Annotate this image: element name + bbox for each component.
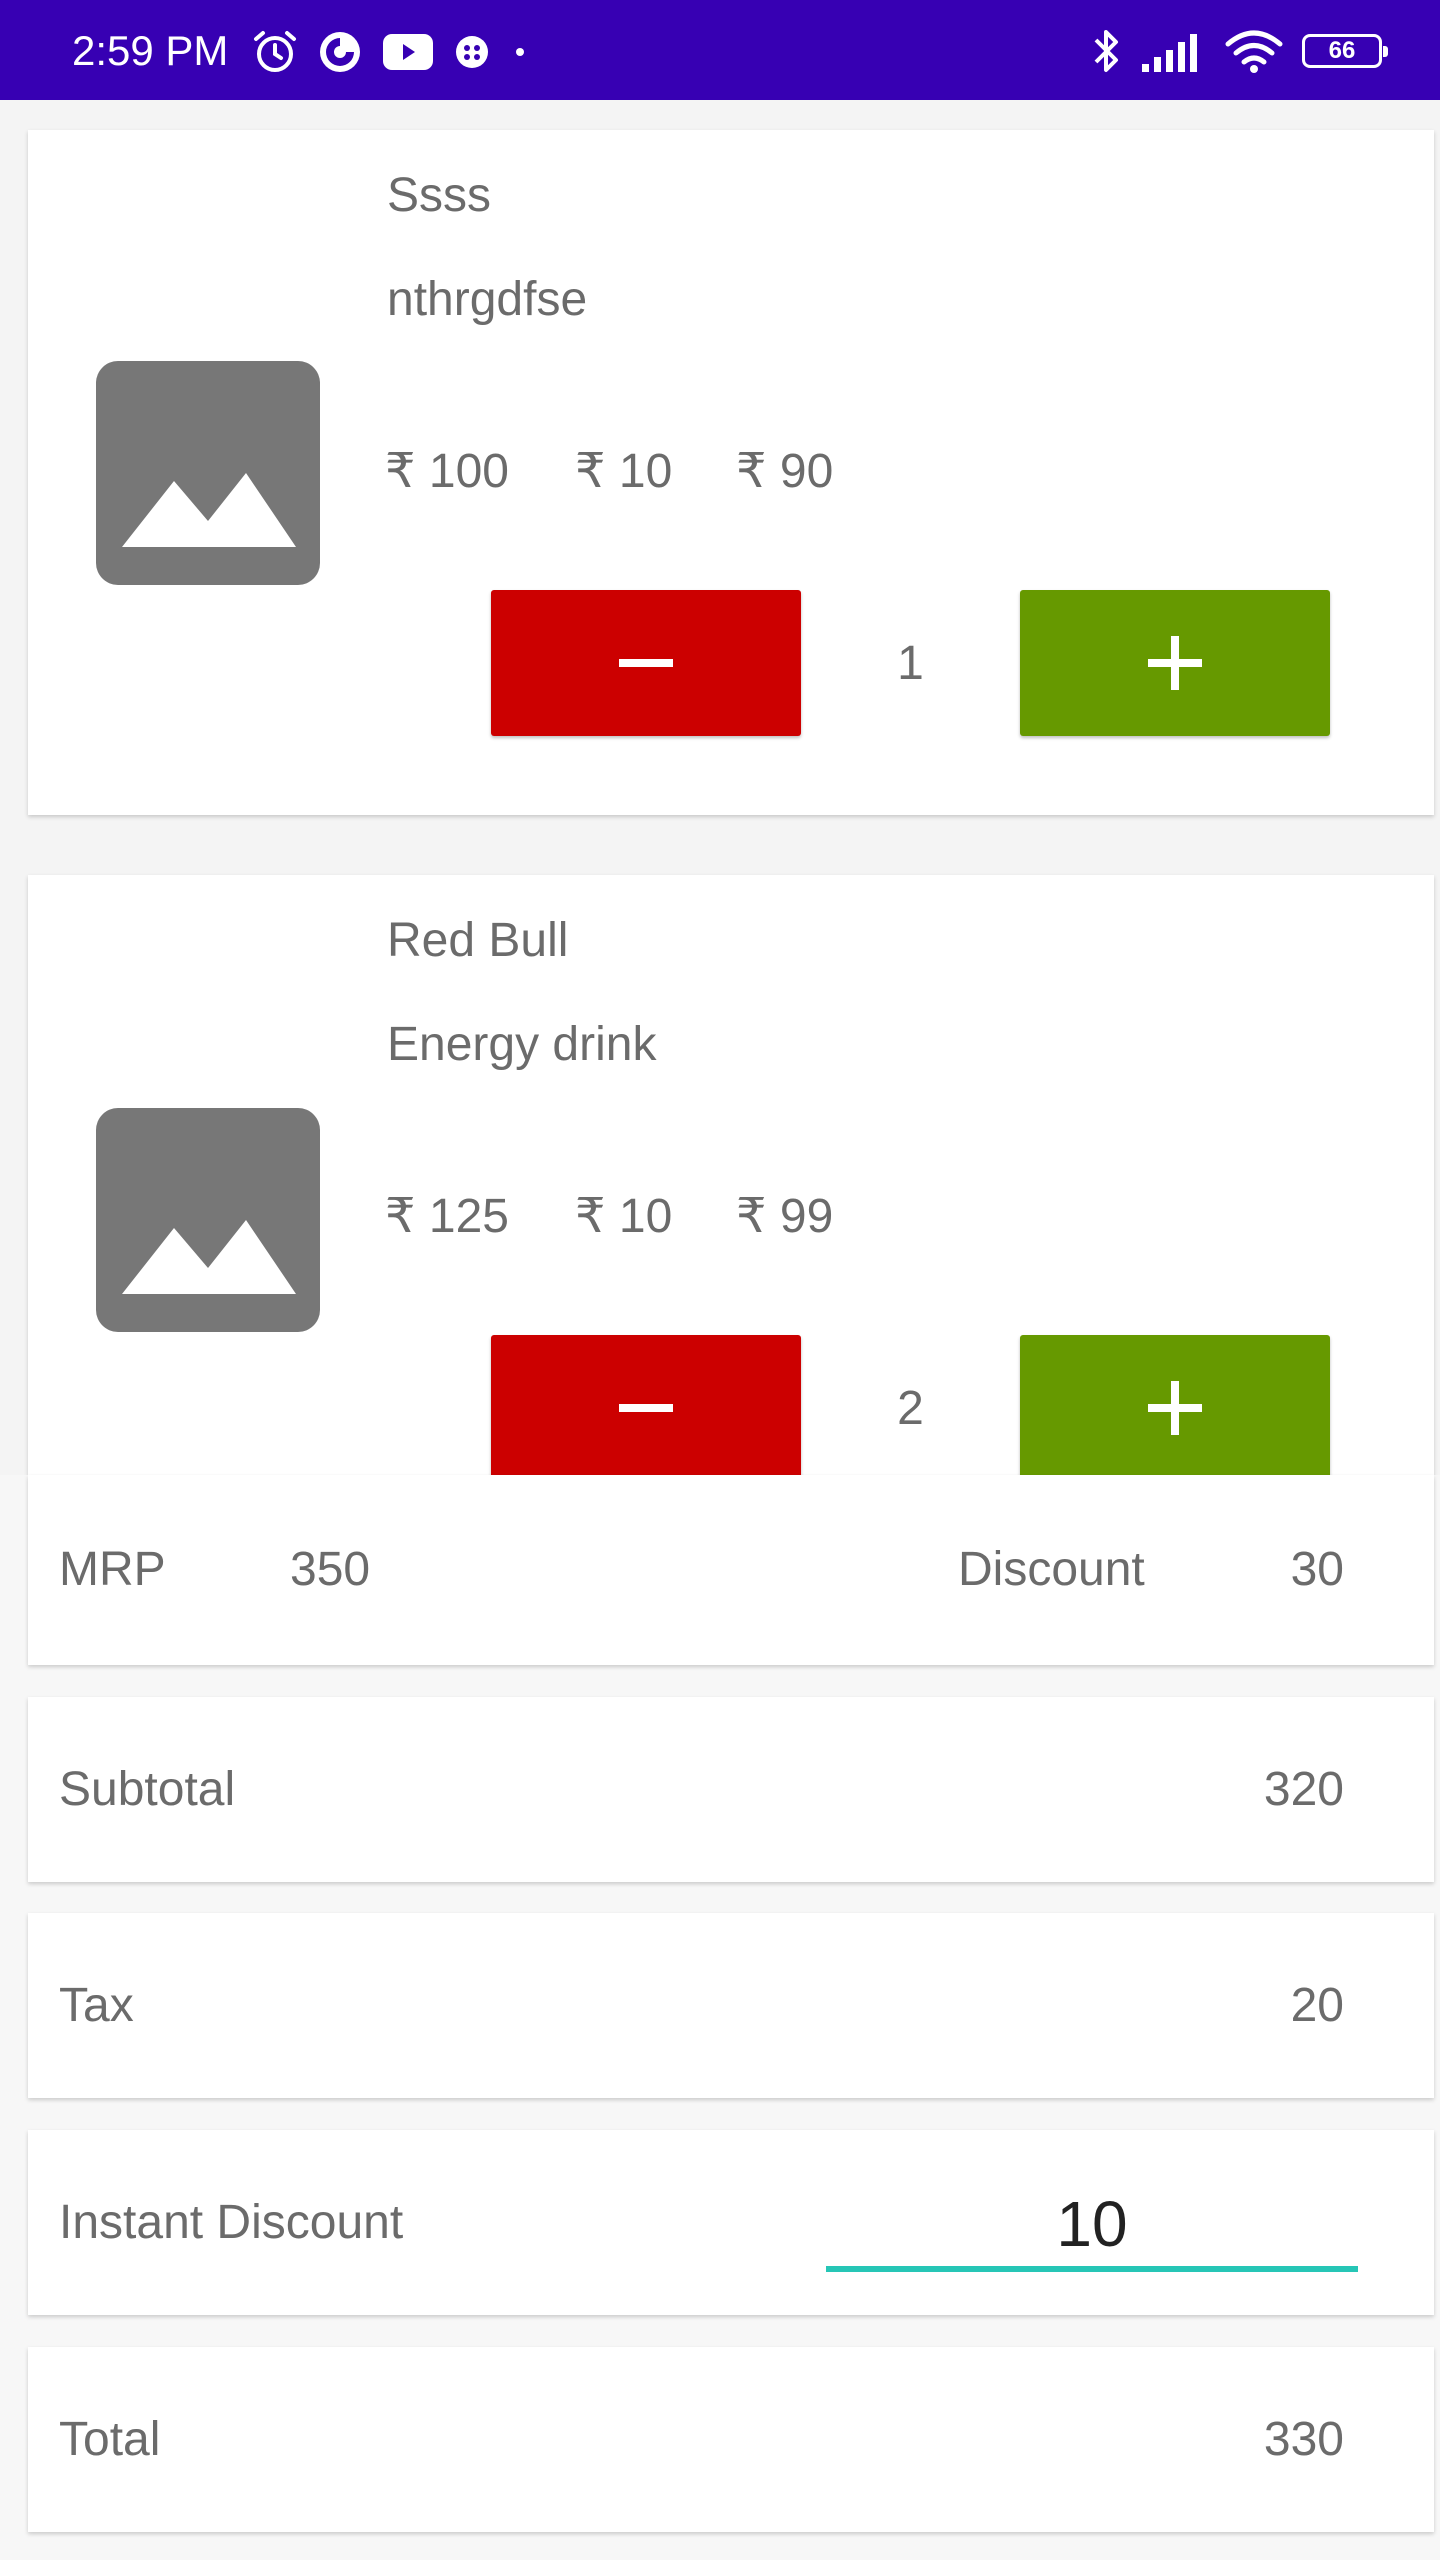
youtube-icon [383,34,433,70]
product-final-price: ₹ 90 [736,445,834,498]
discount-value: 30 [1290,1543,1344,1596]
status-left-icons [252,31,530,73]
minus-icon [619,659,673,667]
total-value: 330 [1263,2412,1344,2466]
quantity-value: 1 [897,637,924,690]
product-discount: ₹ 10 [575,445,673,498]
mrp-value: 350 [290,1543,371,1596]
plus-icon [1148,1381,1202,1435]
product-discount: ₹ 10 [575,1190,673,1243]
quantity-value: 2 [897,1382,924,1435]
product-description: nthrgdfse [387,273,588,326]
signal-icon [1142,34,1197,72]
dot-icon [516,48,524,56]
status-right-icons: 66 [1092,28,1388,74]
tax-value: 20 [1290,1978,1344,2032]
total-label: Total [59,2412,161,2466]
image-placeholder-icon [96,1108,320,1332]
image-placeholder-icon [96,361,320,585]
minus-icon [619,1404,673,1412]
discount-label: Discount [958,1543,1145,1596]
product-mrp: ₹ 125 [385,1190,509,1243]
wifi-icon [1225,30,1283,73]
product-mrp: ₹ 100 [385,445,509,498]
tax-label: Tax [59,1978,134,2032]
subtotal-label: Subtotal [59,1762,236,1816]
alarm-icon [254,31,296,72]
total-row: Total 330 [28,2347,1434,2532]
mrp-label: MRP [59,1543,166,1596]
plus-icon [1148,636,1202,690]
battery-level: 66 [1328,37,1356,64]
decrease-quantity-button[interactable] [491,590,801,736]
product-title: Red Bull [387,914,569,967]
tax-row: Tax 20 [28,1913,1434,2098]
mrp-discount-row: MRP 350 Discount 30 [28,1475,1434,1665]
instant-discount-row: Instant Discount [28,2130,1434,2315]
instant-discount-label: Instant Discount [59,2195,404,2249]
subtotal-value: 320 [1263,1762,1344,1816]
cart-item-card: Red Bull Energy drink ₹ 125 ₹ 10 ₹ 99 2 [28,875,1434,1481]
pie-app-icon [320,32,360,72]
cart-item-card: Ssss nthrgdfse ₹ 100 ₹ 10 ₹ 90 1 [28,130,1434,815]
increase-quantity-button[interactable] [1020,590,1330,736]
product-title: Ssss [387,169,492,222]
decrease-quantity-button[interactable] [491,1335,801,1481]
status-bar: 2:59 PM 66 [0,0,1440,100]
increase-quantity-button[interactable] [1020,1335,1330,1481]
battery-icon: 66 [1302,34,1388,68]
subtotal-row: Subtotal 320 [28,1697,1434,1882]
game-icon [456,36,488,68]
product-description: Energy drink [387,1018,657,1071]
product-final-price: ₹ 99 [736,1190,834,1243]
instant-discount-input[interactable] [826,2182,1358,2272]
bluetooth-icon [1094,30,1118,72]
status-time: 2:59 PM [72,27,229,74]
